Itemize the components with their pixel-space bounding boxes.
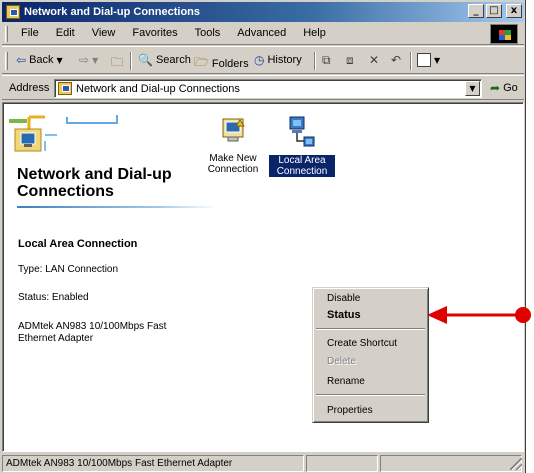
- copy-to-button[interactable]: ⧈: [346, 53, 354, 68]
- search-button[interactable]: 🔍 Search: [138, 53, 191, 67]
- views-button[interactable]: ▼: [417, 53, 440, 67]
- delete-x-icon: ✕: [369, 53, 380, 67]
- move-to-icon: ⧉: [322, 53, 331, 67]
- undo-icon: ↶: [391, 53, 402, 67]
- local-area-connection-label: Local Area Connection: [269, 155, 335, 177]
- explorer-window: Network and Dial-up Connections _ □ x Fi…: [0, 0, 526, 473]
- window-title: Network and Dial-up Connections: [24, 6, 201, 18]
- toolbar-separator: [130, 52, 132, 70]
- toolbar-separator: [314, 52, 316, 70]
- address-field[interactable]: Network and Dial-up Connections ▼: [54, 79, 482, 98]
- history-icon: ◷: [254, 53, 265, 67]
- move-to-button[interactable]: ⧉: [322, 53, 331, 68]
- forward-button[interactable]: ⇨ ▼: [79, 53, 98, 67]
- minimize-button[interactable]: _: [468, 4, 484, 18]
- address-value[interactable]: Network and Dial-up Connections: [76, 83, 240, 95]
- menu-favorites[interactable]: Favorites: [131, 27, 178, 39]
- delete-button[interactable]: ✕: [369, 53, 379, 67]
- window-controls: _ □ x: [468, 4, 522, 18]
- status-text: ADMtek AN983 10/100Mbps Fast Ethernet Ad…: [2, 455, 304, 472]
- menu-file[interactable]: File: [20, 27, 40, 39]
- network-folder-icon: [58, 82, 72, 95]
- views-icon: [417, 53, 431, 67]
- menu-separator: [316, 328, 425, 330]
- history-label: History: [267, 54, 302, 66]
- maximize-button[interactable]: □: [486, 4, 502, 18]
- up-button[interactable]: 🗀: [111, 53, 123, 74]
- menu-item-properties[interactable]: Properties: [327, 405, 373, 416]
- connection-adapter: ADMtek AN983 10/100Mbps Fast Ethernet Ad…: [18, 321, 167, 344]
- annotation-arrow-icon: [427, 306, 531, 324]
- menu-bar: File Edit View Favorites Tools Advanced …: [2, 23, 524, 45]
- go-button[interactable]: ➦ Go: [490, 81, 518, 95]
- address-dropdown-icon[interactable]: ▼: [465, 81, 480, 96]
- connection-status: Status: Enabled: [18, 292, 89, 303]
- copy-to-icon: ⧈: [346, 53, 354, 67]
- forward-arrow-icon: ⇨: [79, 53, 90, 67]
- menu-item-rename[interactable]: Rename: [327, 376, 365, 387]
- network-folder-icon[interactable]: [6, 5, 20, 19]
- menubar-grip[interactable]: [5, 26, 8, 42]
- status-panel-3: [380, 455, 522, 472]
- search-label: Search: [155, 54, 191, 66]
- local-area-connection-item[interactable]: Local Area Connection: [269, 115, 335, 177]
- search-icon: 🔍: [138, 53, 153, 67]
- local-area-connection-icon: [289, 116, 315, 147]
- make-new-connection-item[interactable]: Make New Connection: [203, 117, 263, 175]
- folder-title: Network and Dial-up Connections: [17, 166, 172, 200]
- title-bar[interactable]: Network and Dial-up Connections _ □ x: [2, 2, 524, 22]
- back-button[interactable]: ⇦ Back ▼: [16, 53, 63, 67]
- back-dropdown-icon[interactable]: ▼: [57, 56, 63, 65]
- connection-name: Local Area Connection: [18, 238, 138, 250]
- menu-item-disable[interactable]: Disable: [327, 293, 360, 304]
- folders-label: Folders: [211, 57, 249, 70]
- folder-banner-icon: [9, 115, 118, 152]
- folder-content[interactable]: Network and Dial-up Connections Local Ar…: [2, 102, 524, 452]
- menu-help[interactable]: Help: [302, 27, 327, 39]
- toolbar-separator: [410, 52, 412, 70]
- make-new-connection-icon: [222, 118, 245, 142]
- status-panel-2: [306, 455, 378, 472]
- address-bar: Address Network and Dial-up Connections …: [2, 75, 524, 100]
- context-menu: Disable Status Create Shortcut Delete Re…: [312, 287, 429, 423]
- make-new-connection-label: Make New Connection: [207, 153, 259, 175]
- folders-icon: 🗁: [194, 55, 209, 69]
- close-button[interactable]: x: [506, 4, 522, 18]
- standard-toolbar: ⇦ Back ▼ ⇨ ▼ 🗀 🔍 Search 🗁 Folders ◷ Hist…: [2, 46, 524, 74]
- menu-view[interactable]: View: [91, 27, 117, 39]
- toolbar-grip[interactable]: [5, 52, 8, 70]
- folders-button[interactable]: 🗁 Folders: [194, 53, 249, 74]
- menu-item-create-shortcut[interactable]: Create Shortcut: [327, 338, 397, 349]
- windows-logo-icon: [490, 24, 518, 44]
- back-label: Back: [29, 54, 54, 66]
- address-label: Address: [9, 82, 50, 94]
- menu-separator: [316, 394, 425, 396]
- menu-tools[interactable]: Tools: [194, 27, 222, 39]
- menu-advanced[interactable]: Advanced: [236, 27, 287, 39]
- undo-button[interactable]: ↶: [391, 53, 401, 67]
- folder-up-icon: 🗀: [111, 55, 124, 69]
- resize-grip[interactable]: [510, 458, 522, 470]
- menu-item-status[interactable]: Status: [327, 309, 361, 321]
- go-label: Go: [503, 82, 518, 94]
- menu-edit[interactable]: Edit: [55, 27, 76, 39]
- status-bar: ADMtek AN983 10/100Mbps Fast Ethernet Ad…: [2, 454, 524, 472]
- connection-type: Type: LAN Connection: [18, 264, 119, 275]
- menu-items: File Edit View Favorites Tools Advanced …: [20, 27, 327, 39]
- forward-dropdown-icon[interactable]: ▼: [92, 56, 98, 65]
- history-button[interactable]: ◷ History: [254, 53, 302, 67]
- menu-item-delete: Delete: [327, 356, 356, 367]
- go-arrow-icon: ➦: [490, 81, 501, 95]
- views-dropdown-icon[interactable]: ▼: [434, 56, 440, 65]
- back-arrow-icon: ⇦: [16, 53, 27, 67]
- title-divider: [17, 206, 217, 208]
